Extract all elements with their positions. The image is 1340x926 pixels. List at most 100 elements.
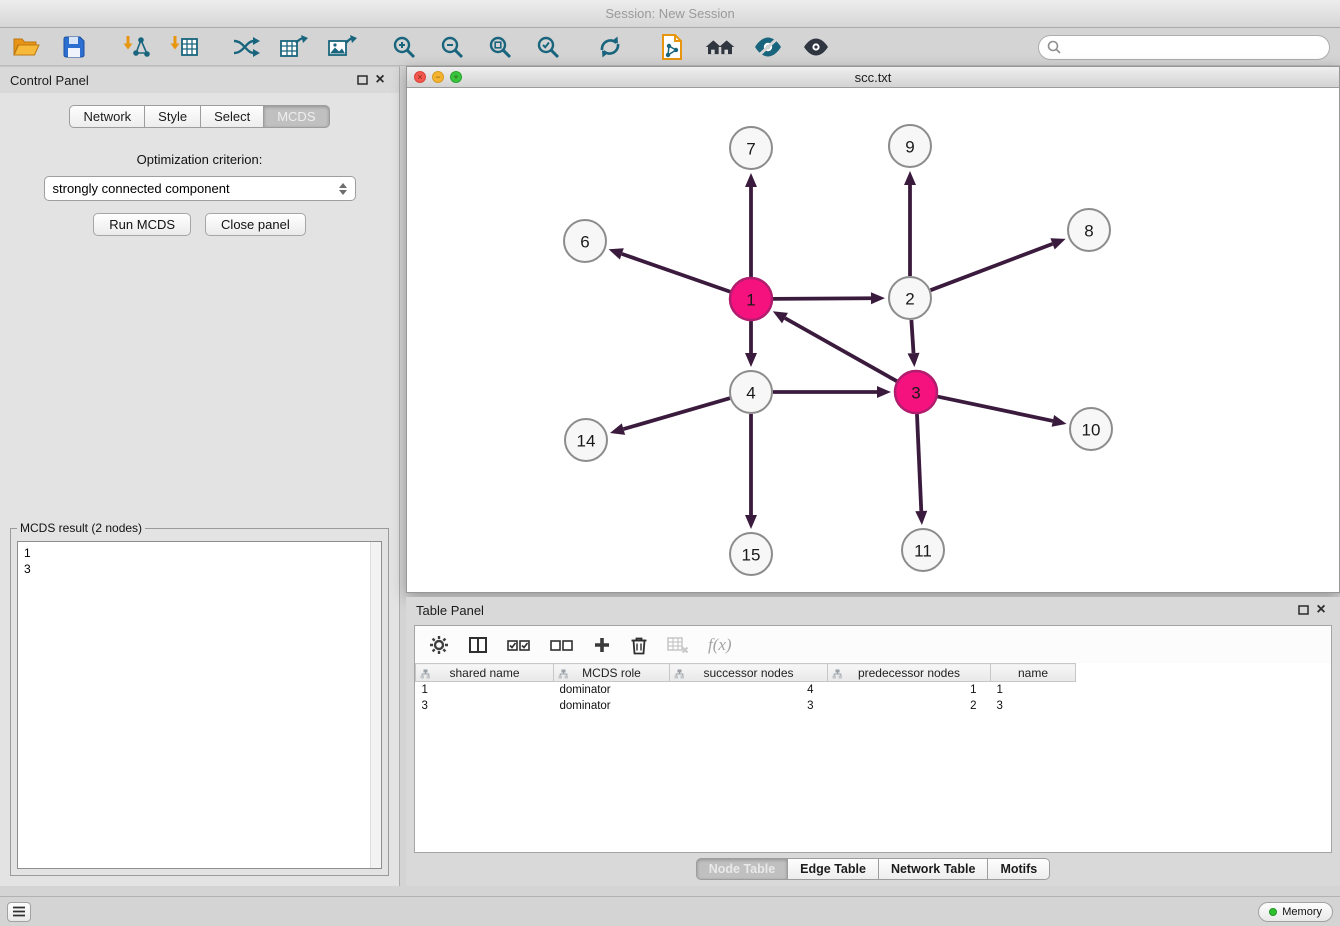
table-row[interactable]: 3dominator323 [416, 698, 1076, 714]
panel-menu-button[interactable] [7, 902, 31, 922]
export-image-icon[interactable] [326, 32, 358, 62]
zoom-in-icon[interactable] [388, 32, 420, 62]
graph-node-15[interactable]: 15 [730, 533, 772, 575]
hamburger-icon [12, 906, 26, 917]
mcds-result-list[interactable]: 13 [17, 541, 382, 869]
graph-node-9[interactable]: 9 [889, 125, 931, 167]
tab-network[interactable]: Network [69, 105, 145, 128]
float-table-window-icon[interactable] [1294, 601, 1312, 619]
hide-details-eye-slash-icon[interactable] [752, 32, 784, 62]
graph-node-4[interactable]: 4 [730, 371, 772, 413]
search-box[interactable] [1038, 35, 1330, 60]
graph-node-7[interactable]: 7 [730, 127, 772, 169]
column-header-name[interactable]: name [991, 664, 1076, 682]
close-panel-button[interactable]: Close panel [205, 213, 306, 236]
tab-style[interactable]: Style [145, 105, 201, 128]
column-header-successor-nodes[interactable]: successor nodes [670, 664, 828, 682]
network-graph-canvas[interactable]: 7 9 6 8 1 2 4 3 14 10 15 11 [407, 88, 1339, 592]
mcds-result-line: 3 [24, 561, 367, 577]
add-column-plus-icon[interactable] [593, 636, 611, 654]
graph-node-8[interactable]: 8 [1068, 209, 1110, 251]
graph-node-14[interactable]: 14 [565, 419, 607, 461]
table-panel-title: Table Panel [416, 603, 484, 618]
run-mcds-button[interactable]: Run MCDS [93, 213, 191, 236]
save-session-icon[interactable] [58, 32, 90, 62]
graph-edge-4-14[interactable] [610, 398, 730, 435]
table-settings-gear-icon[interactable] [429, 635, 449, 655]
show-details-eye-icon[interactable] [800, 32, 832, 62]
zoom-group [388, 32, 564, 62]
tab-network-table[interactable]: Network Table [879, 858, 989, 880]
open-session-icon[interactable] [10, 32, 42, 62]
column-header-shared-name[interactable]: shared name [416, 664, 554, 682]
apply-layout-icon[interactable] [594, 32, 626, 62]
table-cell[interactable]: 2 [828, 698, 991, 714]
graph-node-3[interactable]: 3 [895, 371, 937, 413]
table-cell[interactable]: 3 [416, 698, 554, 714]
tab-select[interactable]: Select [201, 105, 264, 128]
graph-edge-2-8[interactable] [931, 238, 1066, 290]
export-table-icon[interactable] [278, 32, 310, 62]
graph-edge-4-15[interactable] [745, 414, 757, 529]
window-close-button[interactable]: × [414, 71, 426, 83]
show-columns-icon[interactable] [468, 635, 488, 655]
zoom-out-icon[interactable] [436, 32, 468, 62]
graph-node-6[interactable]: 6 [564, 220, 606, 262]
table-row[interactable]: 1dominator411 [416, 682, 1076, 698]
graph-edge-4-3[interactable] [773, 386, 891, 398]
graph-edge-3-1[interactable] [773, 311, 897, 381]
table-cell[interactable]: dominator [554, 682, 670, 698]
graph-node-10[interactable]: 10 [1070, 408, 1112, 450]
graph-edge-1-7[interactable] [745, 173, 757, 277]
column-header-predecessor-nodes[interactable]: predecessor nodes [828, 664, 991, 682]
graph-edge-3-10[interactable] [938, 397, 1067, 427]
unselect-all-icon[interactable] [550, 636, 574, 654]
delete-column-trash-icon[interactable] [630, 635, 648, 655]
tab-edge-table[interactable]: Edge Table [788, 858, 879, 880]
zoom-selected-icon[interactable] [532, 32, 564, 62]
tab-mcds[interactable]: MCDS [264, 105, 329, 128]
table-cell[interactable]: 1 [416, 682, 554, 698]
import-table-icon[interactable] [168, 32, 200, 62]
graph-edge-1-4[interactable] [745, 321, 757, 367]
search-input[interactable] [1066, 40, 1321, 54]
graph-node-11[interactable]: 11 [902, 529, 944, 571]
home-overview-icon[interactable] [704, 32, 736, 62]
graph-node-2[interactable]: 2 [889, 277, 931, 319]
import-network-icon[interactable] [120, 32, 152, 62]
optimization-dropdown[interactable]: strongly connected component [44, 176, 356, 201]
mcds-result-box: MCDS result (2 nodes) 13 [10, 521, 389, 876]
new-network-icon[interactable] [230, 32, 262, 62]
window-maximize-button[interactable]: + [450, 71, 462, 83]
table-cell[interactable]: 4 [670, 682, 828, 698]
table-cell[interactable]: 1 [991, 682, 1076, 698]
table-cell[interactable]: 1 [828, 682, 991, 698]
graph-node-1[interactable]: 1 [730, 278, 772, 320]
result-scrollbar[interactable] [370, 542, 381, 868]
graph-edge-3-11[interactable] [915, 414, 927, 525]
zoom-fit-icon[interactable] [484, 32, 516, 62]
close-table-panel-icon[interactable]: × [1312, 601, 1330, 619]
graph-edge-1-2[interactable] [773, 292, 885, 304]
graph-edge-2-9[interactable] [904, 171, 916, 276]
control-panel-header: Control Panel × [0, 67, 399, 93]
tab-motifs[interactable]: Motifs [988, 858, 1050, 880]
svg-text:4: 4 [746, 384, 755, 403]
svg-text:1: 1 [746, 291, 755, 310]
table-panel-header: Table Panel × [406, 597, 1340, 623]
table-cell[interactable]: 3 [991, 698, 1076, 714]
column-tree-icon [832, 668, 843, 682]
table-cell[interactable]: 3 [670, 698, 828, 714]
table-cell[interactable]: dominator [554, 698, 670, 714]
graph-edge-2-3[interactable] [908, 320, 920, 367]
column-header-mcds-role[interactable]: MCDS role [554, 664, 670, 682]
float-window-icon[interactable] [353, 71, 371, 89]
close-panel-icon[interactable]: × [371, 71, 389, 89]
tab-node-table[interactable]: Node Table [696, 858, 788, 880]
network-file-icon[interactable] [656, 32, 688, 62]
graph-edge-1-6[interactable] [609, 248, 731, 292]
dropdown-stepper-icon [337, 183, 349, 195]
memory-button[interactable]: Memory [1258, 902, 1333, 922]
window-minimize-button[interactable]: − [432, 71, 444, 83]
select-all-icon[interactable] [507, 636, 531, 654]
